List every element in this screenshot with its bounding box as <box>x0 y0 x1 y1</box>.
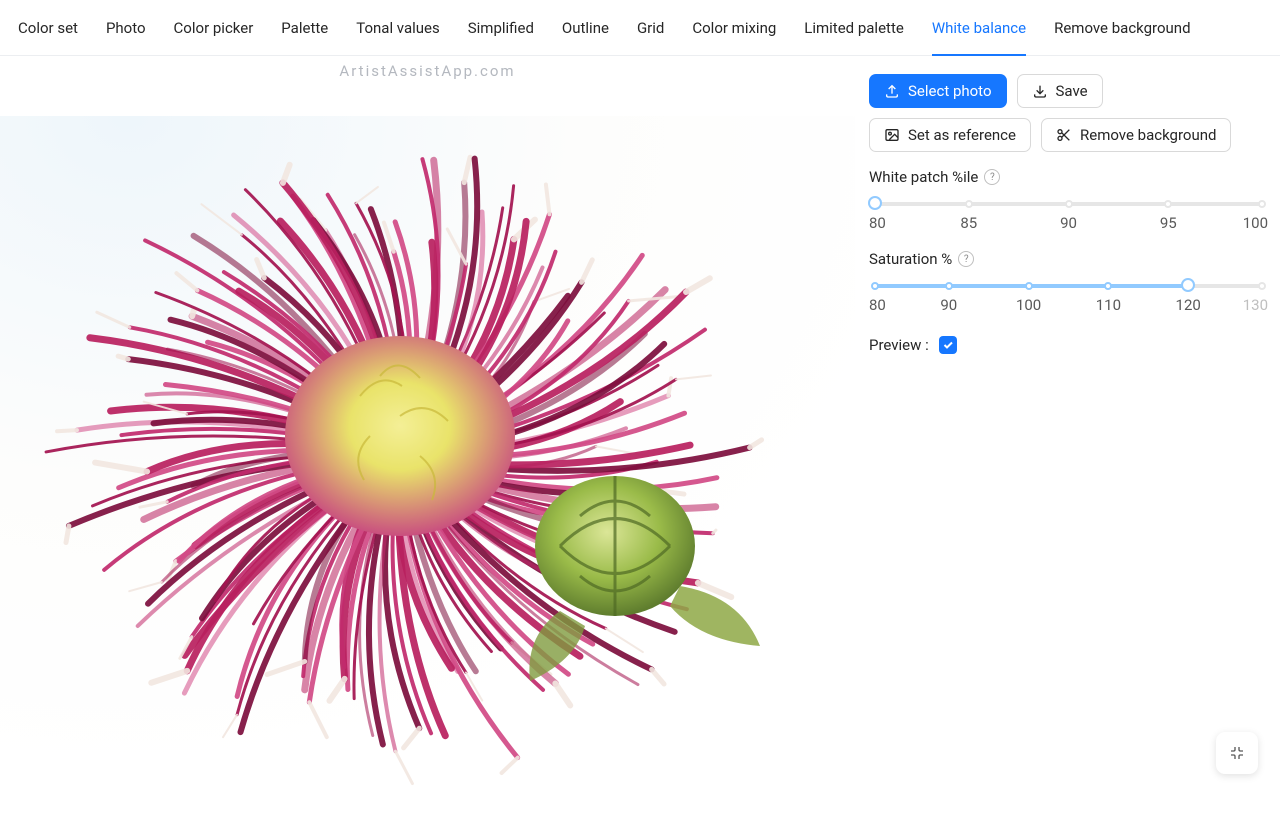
tab-limited-palette[interactable]: Limited palette <box>790 0 918 56</box>
button-label: Set as reference <box>908 126 1016 144</box>
tab-color-picker[interactable]: Color picker <box>160 0 268 56</box>
saturation-slider[interactable]: 80 90 100 110 120 130 <box>869 276 1268 316</box>
tab-label: Color set <box>18 19 78 37</box>
scissors-icon <box>1056 127 1072 143</box>
tab-label: Grid <box>637 19 664 37</box>
tab-palette[interactable]: Palette <box>267 0 342 56</box>
button-label: Select photo <box>908 82 992 100</box>
tab-label: Photo <box>106 19 146 37</box>
upload-icon <box>884 83 900 99</box>
saturation-label: Saturation % ? <box>869 250 1268 268</box>
image-icon <box>884 127 900 143</box>
tab-label: Limited palette <box>804 19 904 37</box>
tabbar: Color set Photo Color picker Palette Ton… <box>0 0 1280 56</box>
label-text: Saturation % <box>869 250 952 268</box>
tab-label: Tonal values <box>356 19 440 37</box>
white-patch-label: White patch %ile ? <box>869 168 1268 186</box>
slider-mark: 85 <box>960 214 977 232</box>
slider-mark: 90 <box>940 296 957 314</box>
tab-color-mixing[interactable]: Color mixing <box>678 0 790 56</box>
remove-background-button[interactable]: Remove background <box>1041 118 1231 152</box>
slider-mark: 100 <box>1243 214 1268 232</box>
slider-mark: 80 <box>869 296 886 314</box>
slider-mark: 95 <box>1160 214 1177 232</box>
preview-label: Preview : <box>869 336 929 354</box>
slider-mark: 110 <box>1096 296 1121 314</box>
tab-label: Remove background <box>1054 19 1190 37</box>
tab-remove-background[interactable]: Remove background <box>1040 0 1204 56</box>
tab-label: White balance <box>932 19 1026 37</box>
tab-color-set[interactable]: Color set <box>4 0 92 56</box>
compress-icon <box>1229 745 1245 761</box>
slider-handle[interactable] <box>1181 278 1195 292</box>
tab-label: Simplified <box>468 19 534 37</box>
watermark-text: ArtistAssistApp.com <box>0 62 855 80</box>
collapse-button[interactable] <box>1216 732 1258 774</box>
tab-grid[interactable]: Grid <box>623 0 678 56</box>
tab-simplified[interactable]: Simplified <box>454 0 548 56</box>
slider-mark: 100 <box>1016 296 1041 314</box>
slider-handle[interactable] <box>868 196 882 210</box>
help-icon[interactable]: ? <box>984 169 1000 185</box>
photo-image <box>0 116 855 816</box>
tab-white-balance[interactable]: White balance <box>918 0 1040 56</box>
save-button[interactable]: Save <box>1017 74 1103 108</box>
tab-tonal-values[interactable]: Tonal values <box>342 0 454 56</box>
slider-mark: 80 <box>869 214 886 232</box>
slider-mark: 130 <box>1243 296 1268 314</box>
select-photo-button[interactable]: Select photo <box>869 74 1007 108</box>
photo-canvas[interactable]: ArtistAssistApp.com <box>0 56 855 800</box>
slider-mark: 120 <box>1176 296 1201 314</box>
tab-label: Palette <box>281 19 328 37</box>
tab-label: Outline <box>562 19 609 37</box>
white-patch-slider[interactable]: 80 85 90 95 100 <box>869 194 1268 234</box>
tab-outline[interactable]: Outline <box>548 0 623 56</box>
tab-photo[interactable]: Photo <box>92 0 160 56</box>
button-label: Remove background <box>1080 126 1216 144</box>
label-text: White patch %ile <box>869 168 978 186</box>
button-label: Save <box>1056 82 1088 100</box>
set-reference-button[interactable]: Set as reference <box>869 118 1031 152</box>
tab-label: Color mixing <box>692 19 776 37</box>
tab-label: Color picker <box>174 19 254 37</box>
controls-panel: Select photo Save Set as reference R <box>855 56 1280 800</box>
preview-checkbox[interactable] <box>939 336 957 354</box>
slider-mark: 90 <box>1060 214 1077 232</box>
help-icon[interactable]: ? <box>958 251 974 267</box>
download-icon <box>1032 83 1048 99</box>
